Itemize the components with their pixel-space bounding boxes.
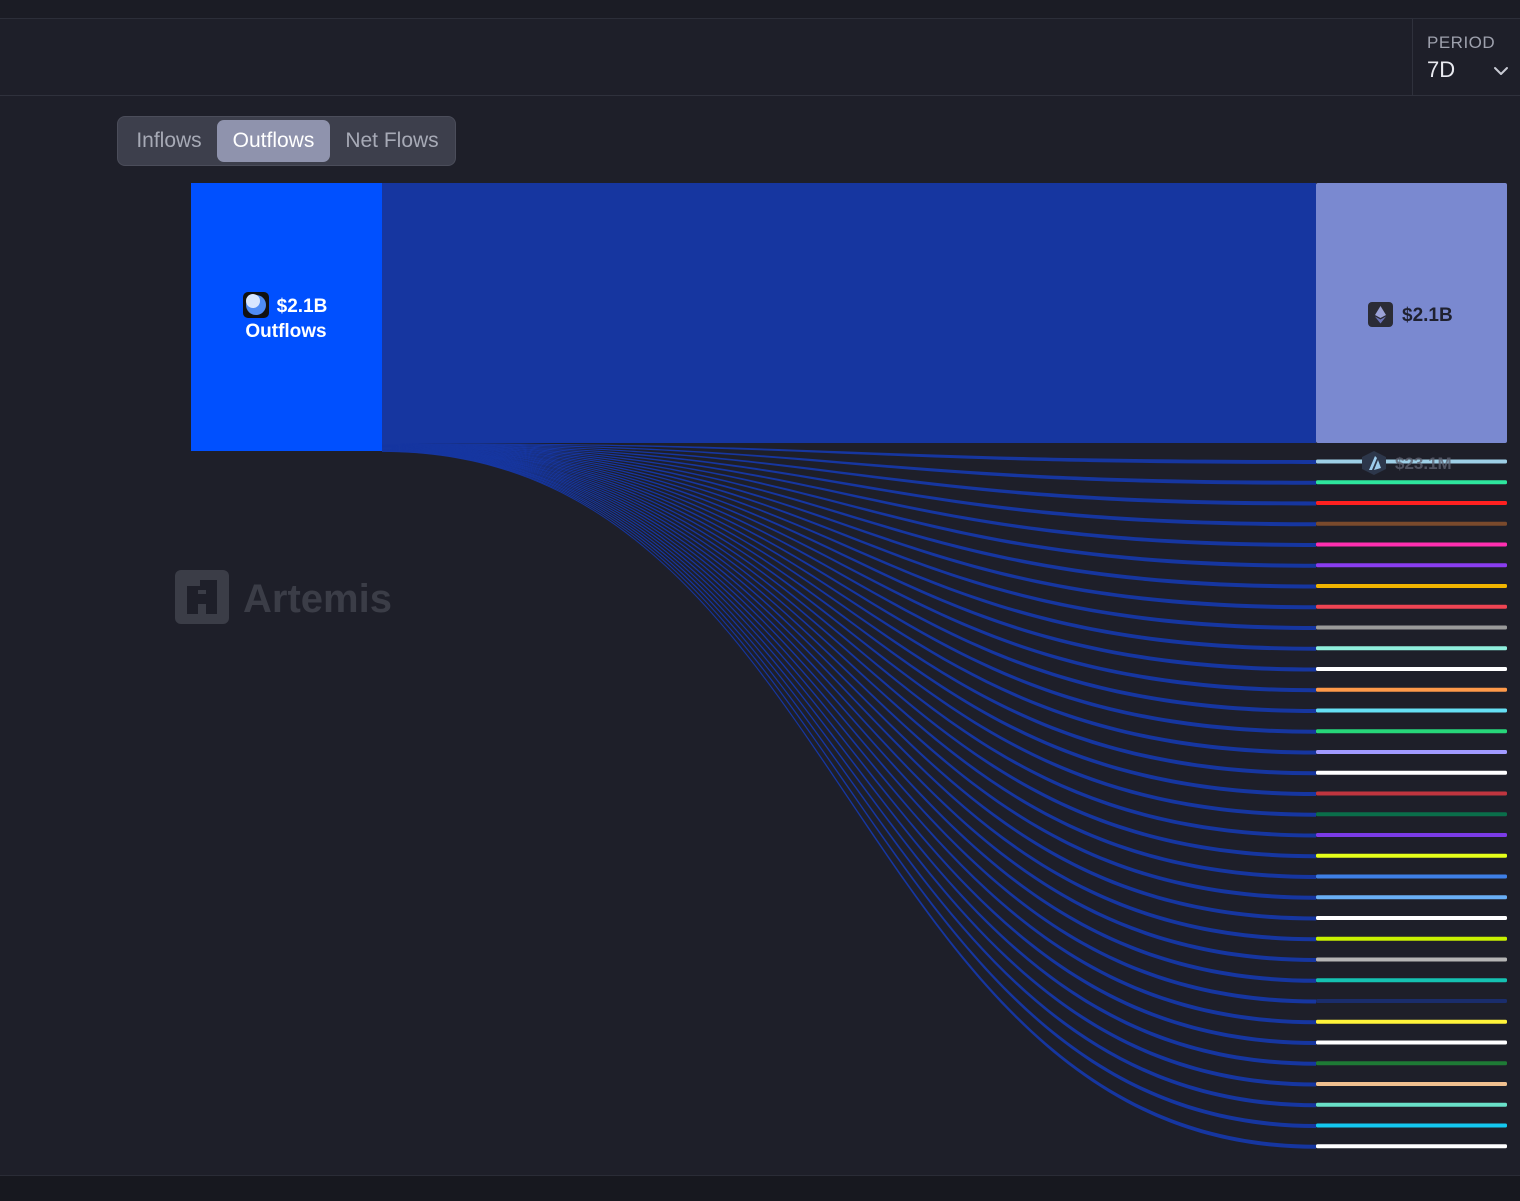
sankey-target-node[interactable] [1316, 480, 1507, 485]
target-label-ethereum[interactable]: $2.1B [1368, 302, 1453, 327]
sankey-target-node[interactable] [1316, 791, 1507, 796]
sankey-target-node[interactable] [1316, 1144, 1507, 1149]
sankey-target-node[interactable] [1316, 936, 1507, 941]
bottom-bar [0, 1175, 1520, 1201]
sankey-target-node[interactable] [1316, 708, 1507, 713]
sankey-target-node[interactable] [1316, 542, 1507, 547]
sankey-target-node[interactable] [1316, 916, 1507, 920]
sankey-target-node[interactable] [1316, 625, 1507, 630]
sankey-target-node[interactable] [1316, 563, 1507, 568]
arbitrum-amount: $23.1M [1395, 454, 1452, 473]
sankey-target-node[interactable] [1316, 957, 1507, 962]
artemis-watermark: Artemis [175, 570, 392, 624]
sankey-link[interactable] [382, 450, 1316, 1108]
sankey-target-node[interactable] [1316, 1040, 1507, 1045]
ethereum-icon [1368, 302, 1393, 327]
source-node[interactable]: $2.1B Outflows [191, 183, 382, 451]
artemis-logo-icon [175, 570, 229, 624]
sankey-target-node[interactable] [1316, 895, 1507, 900]
sankey-link[interactable] [382, 447, 1316, 859]
source-label: Outflows [245, 321, 326, 342]
sankey-link[interactable] [382, 448, 1316, 921]
sankey-link[interactable] [382, 183, 1316, 443]
sankey-target-node[interactable] [1316, 1123, 1507, 1128]
sankey-target-node[interactable] [1316, 687, 1507, 692]
ethereum-amount: $2.1B [1402, 305, 1453, 326]
source-node-bar [191, 183, 382, 451]
sankey-link[interactable] [382, 445, 1316, 672]
sankey-target-node[interactable] [1316, 501, 1507, 505]
sankey-target-node[interactable] [1316, 770, 1507, 775]
sankey-link[interactable] [382, 446, 1316, 734]
sankey-target-node[interactable] [1316, 833, 1507, 837]
sankey-target-node[interactable] [1316, 729, 1507, 734]
sankey-target-node[interactable] [1316, 978, 1507, 983]
sankey-target-node[interactable] [1316, 1061, 1507, 1066]
sankey-link[interactable] [382, 450, 1316, 1128]
sankey-target-node[interactable] [1316, 812, 1507, 817]
sankey-target-node[interactable] [1316, 999, 1507, 1003]
sankey-links [382, 183, 1316, 1149]
sankey-link[interactable] [382, 449, 1316, 1004]
sankey-target-node[interactable] [1316, 874, 1507, 879]
sankey-target-node[interactable] [1316, 646, 1507, 651]
sankey-nodes [1316, 183, 1507, 1149]
arbitrum-icon [1362, 451, 1386, 475]
sankey-link[interactable] [382, 450, 1316, 1087]
sankey-target-node[interactable] [1316, 1082, 1507, 1086]
sankey-target-node[interactable] [1316, 853, 1507, 858]
sankey-target-node[interactable] [1316, 750, 1507, 754]
sankey-link[interactable] [382, 449, 1316, 1046]
sankey-chart: Artemis $2.1B Outflows $2.1B $23.1M [175, 183, 1507, 1149]
watermark-text: Artemis [243, 577, 392, 621]
sankey-target-node[interactable] [1316, 584, 1507, 588]
sankey-target-node[interactable] [1316, 1019, 1507, 1024]
chain-orb-icon [243, 292, 269, 318]
source-amount: $2.1B [277, 296, 328, 317]
sankey-target-node[interactable] [1316, 1102, 1507, 1107]
target-label-arbitrum[interactable]: $23.1M [1362, 451, 1452, 475]
sankey-target-node[interactable] [1316, 521, 1507, 526]
sankey-target-node[interactable] [1316, 667, 1507, 671]
sankey-target-node[interactable] [1316, 604, 1507, 609]
